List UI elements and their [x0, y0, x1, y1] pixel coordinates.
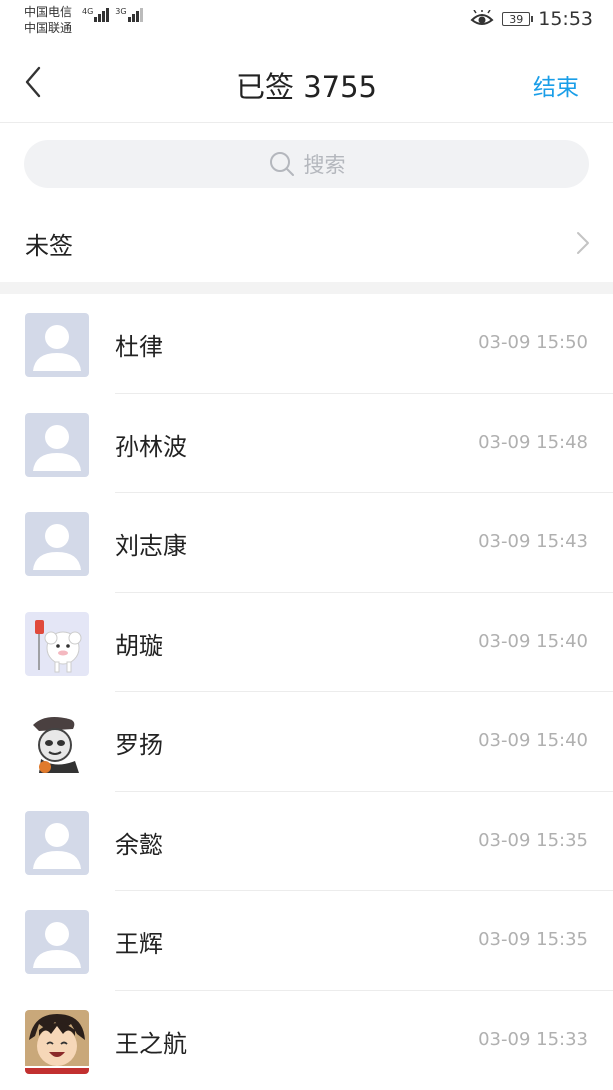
- panda-meme-avatar-icon: [25, 711, 89, 775]
- list-item[interactable]: 胡璇 03-09 15:40: [0, 593, 613, 693]
- unsigned-label: 未签: [25, 226, 73, 261]
- default-avatar-icon: [25, 910, 89, 974]
- sheep-avatar-icon: [25, 612, 89, 676]
- sign-time: 03-09 15:40: [478, 631, 588, 652]
- sign-time: 03-09 15:33: [478, 1029, 588, 1050]
- default-avatar-icon: [25, 313, 89, 377]
- sign-time: 03-09 15:50: [478, 332, 588, 353]
- anime-boy-avatar-icon: [25, 1010, 89, 1074]
- sign-time: 03-09 15:48: [478, 432, 588, 453]
- battery-icon: 39: [502, 12, 530, 26]
- default-avatar-icon: [25, 413, 89, 477]
- member-name: 杜律: [115, 327, 163, 362]
- member-name: 王之航: [115, 1024, 187, 1059]
- end-button[interactable]: 结束: [533, 68, 579, 102]
- section-divider: [0, 282, 613, 294]
- search-placeholder: 搜索: [304, 149, 346, 179]
- sign-time: 03-09 15:35: [478, 929, 588, 950]
- carrier-names: 中国电信 中国联通: [24, 4, 72, 36]
- sign-time: 03-09 15:40: [478, 730, 588, 751]
- page-title: 已签 3755: [0, 64, 613, 106]
- list-item[interactable]: 王辉 03-09 15:35: [0, 891, 613, 991]
- unsigned-row[interactable]: 未签: [0, 202, 613, 282]
- list-item[interactable]: 余懿 03-09 15:35: [0, 792, 613, 892]
- list-item[interactable]: 王之航 03-09 15:33: [0, 991, 613, 1090]
- signal-indicators: 4G 3G: [82, 8, 143, 22]
- chevron-right-icon: [575, 230, 591, 256]
- list-item[interactable]: 杜律 03-09 15:50: [0, 294, 613, 394]
- list-item[interactable]: 刘志康 03-09 15:43: [0, 493, 613, 593]
- search-icon: [268, 150, 296, 178]
- list-item[interactable]: 孙林波 03-09 15:48: [0, 394, 613, 494]
- header: 已签 3755 结束: [0, 44, 613, 123]
- eye-comfort-icon: [470, 10, 494, 28]
- status-bar: 中国电信 中国联通 4G 3G 39 15:53: [0, 0, 613, 44]
- signed-list: 杜律 03-09 15:50 孙林波 03-09 15:48 刘志康 03-09…: [0, 294, 613, 1090]
- signal-3g-icon: 3G: [115, 8, 142, 22]
- carrier-2: 中国联通: [24, 20, 72, 36]
- status-clock: 15:53: [538, 8, 593, 30]
- list-item[interactable]: 罗扬 03-09 15:40: [0, 692, 613, 792]
- sign-time: 03-09 15:43: [478, 531, 588, 552]
- member-name: 孙林波: [115, 427, 187, 462]
- signal-4g-icon: 4G: [82, 8, 109, 22]
- search-input[interactable]: 搜索: [24, 140, 589, 188]
- default-avatar-icon: [25, 811, 89, 875]
- sign-time: 03-09 15:35: [478, 830, 588, 851]
- default-avatar-icon: [25, 512, 89, 576]
- member-name: 王辉: [115, 924, 163, 959]
- member-name: 罗扬: [115, 725, 163, 760]
- member-name: 胡璇: [115, 626, 163, 661]
- status-right: 39 15:53: [470, 8, 593, 30]
- member-name: 刘志康: [115, 526, 187, 561]
- member-name: 余懿: [115, 825, 163, 860]
- carrier-1: 中国电信: [24, 4, 72, 20]
